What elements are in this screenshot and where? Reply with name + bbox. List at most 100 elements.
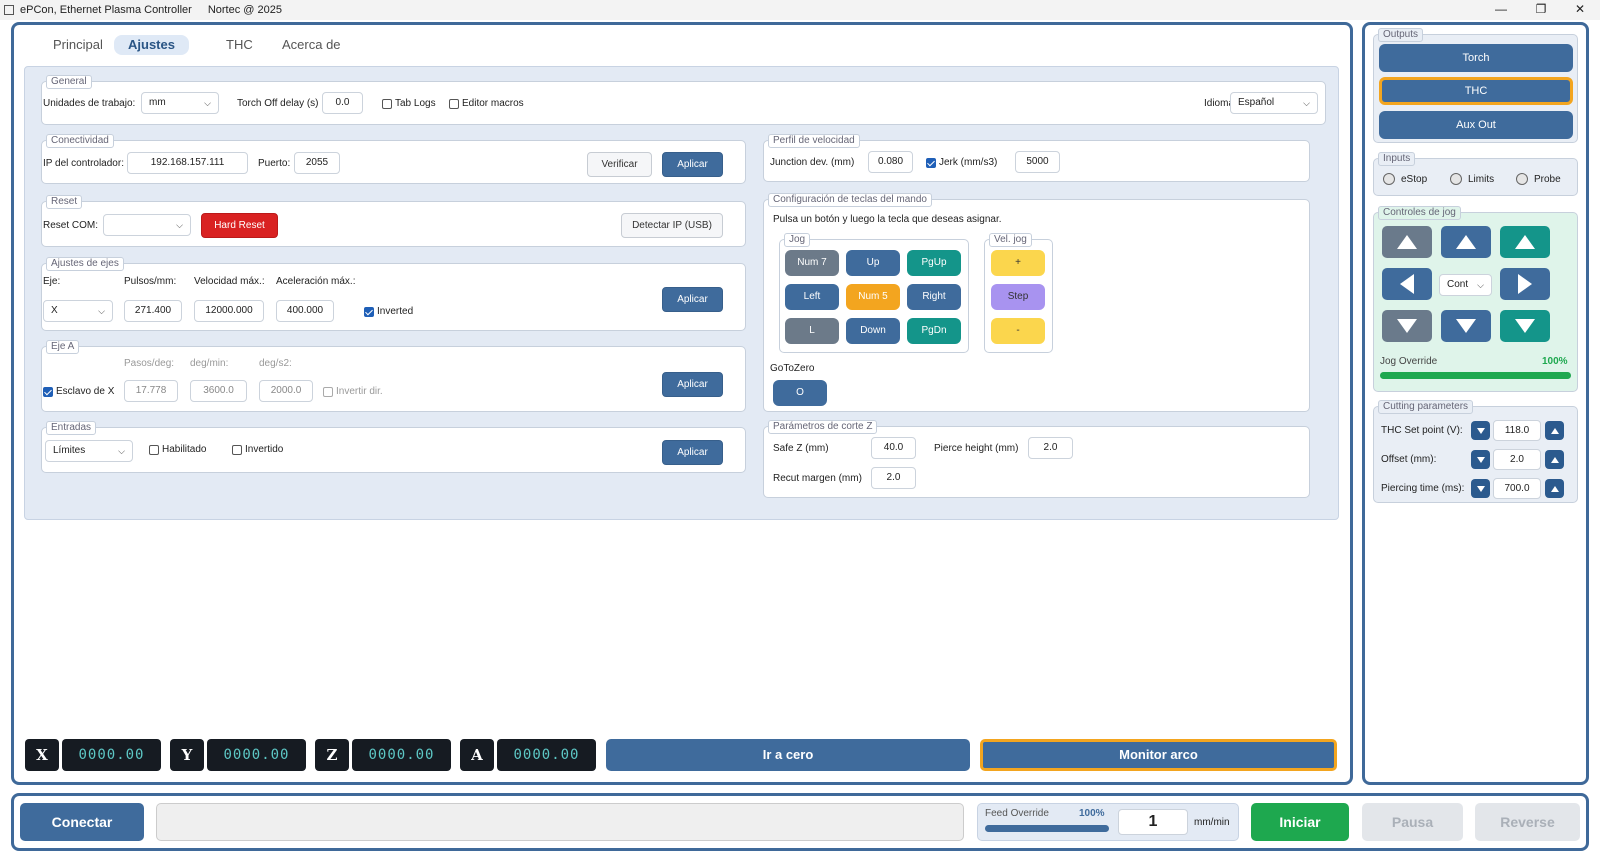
pierce-height-input[interactable]: 2.0 xyxy=(1028,437,1073,459)
tab-ajustes[interactable]: Ajustes xyxy=(114,35,189,55)
key-up[interactable]: Up xyxy=(846,250,900,276)
jog-a-down-button[interactable] xyxy=(1382,310,1432,342)
tab-principal[interactable]: Principal xyxy=(39,35,117,55)
entradas-select[interactable]: Límites ⌵ xyxy=(45,440,133,462)
close-button[interactable]: ✕ xyxy=(1560,0,1600,20)
slave-checkbox[interactable]: Esclavo de X xyxy=(43,386,114,397)
degmin-input[interactable]: 3600.0 xyxy=(190,380,247,402)
group-ajustes-ejes: Ajustes de ejes Eje: Pulsos/mm: Velocida… xyxy=(41,257,746,331)
apply-entradas-button[interactable]: Aplicar xyxy=(662,440,723,465)
ir-a-cero-button[interactable]: Ir a cero xyxy=(606,739,970,771)
tab-thc[interactable]: THC xyxy=(212,35,267,55)
key-left[interactable]: Left xyxy=(785,284,839,310)
jog-mode-select[interactable]: Cont ⌵ xyxy=(1439,274,1492,296)
junction-input[interactable]: 0.080 xyxy=(868,151,913,173)
key-plus[interactable]: + xyxy=(991,250,1045,276)
verify-button[interactable]: Verificar xyxy=(587,152,652,177)
connect-button[interactable]: Conectar xyxy=(20,803,144,841)
key-right[interactable]: Right xyxy=(907,284,961,310)
piercing-time-decrement[interactable] xyxy=(1471,479,1490,498)
editor-macros-checkbox[interactable]: Editor macros xyxy=(449,98,524,109)
velocidad-input[interactable]: 12000.000 xyxy=(194,300,264,322)
torch-output-button[interactable]: Torch xyxy=(1379,44,1573,72)
jerk-input[interactable]: 5000 xyxy=(1015,151,1060,173)
minimize-button[interactable]: — xyxy=(1481,0,1521,20)
offset-decrement[interactable] xyxy=(1471,450,1490,469)
apply-axes-button[interactable]: Aplicar xyxy=(662,287,723,312)
jerk-checkbox[interactable]: Jerk (mm/s3) xyxy=(926,157,997,168)
start-button[interactable]: Iniciar xyxy=(1251,803,1349,841)
key-minus[interactable]: - xyxy=(991,318,1045,344)
offset-input[interactable]: 2.0 xyxy=(1493,449,1541,470)
monitor-arco-button[interactable]: Monitor arco xyxy=(980,739,1337,771)
arrow-up-icon xyxy=(1550,485,1559,492)
hard-reset-button[interactable]: Hard Reset xyxy=(201,213,278,238)
jog-override-slider[interactable] xyxy=(1380,372,1571,379)
jog-z-up-button[interactable] xyxy=(1500,226,1550,258)
arrow-down-icon xyxy=(1476,427,1485,434)
tab-acerca-de[interactable]: Acerca de xyxy=(268,35,355,55)
arrow-down-icon xyxy=(1456,319,1476,333)
puerto-input[interactable]: 2055 xyxy=(294,152,340,174)
probe-indicator: Probe xyxy=(1516,173,1561,185)
jog-a-up-button[interactable] xyxy=(1382,226,1432,258)
piercing-time-increment[interactable] xyxy=(1545,479,1564,498)
group-title: Controles de jog xyxy=(1378,206,1461,220)
key-down[interactable]: Down xyxy=(846,318,900,344)
jog-x-right-button[interactable] xyxy=(1500,268,1550,300)
feed-override-slider[interactable] xyxy=(985,825,1109,832)
jog-x-left-button[interactable] xyxy=(1382,268,1432,300)
degs2-input[interactable]: 2000.0 xyxy=(259,380,313,402)
tab-logs-checkbox[interactable]: Tab Logs xyxy=(382,98,436,109)
torch-off-input[interactable]: 0.0 xyxy=(322,92,363,114)
group-title: Vel. jog xyxy=(989,233,1032,247)
aux-out-button[interactable]: Aux Out xyxy=(1379,111,1573,139)
group-conectividad: Conectividad IP del controlador: 192.168… xyxy=(41,134,746,184)
maximize-button[interactable]: ❐ xyxy=(1521,0,1561,20)
thc-output-button[interactable]: THC xyxy=(1379,77,1573,105)
eje-select[interactable]: X ⌵ xyxy=(43,300,113,322)
invertido-checkbox[interactable]: Invertido xyxy=(232,444,283,455)
pasos-input[interactable]: 17.778 xyxy=(124,380,178,402)
key-l[interactable]: L xyxy=(785,318,839,344)
idioma-select[interactable]: Español ⌵ xyxy=(1230,92,1318,114)
habilitado-checkbox[interactable]: Habilitado xyxy=(149,444,206,455)
led-icon xyxy=(1516,173,1528,185)
piercing-time-input[interactable]: 700.0 xyxy=(1493,478,1541,499)
inverted-label: Inverted xyxy=(377,306,414,317)
key-pgup[interactable]: PgUp xyxy=(907,250,961,276)
aceleracion-input[interactable]: 400.000 xyxy=(276,300,334,322)
key-step[interactable]: Step xyxy=(991,284,1045,310)
group-corte-z: Parámetros de corte Z Safe Z (mm) 40.0 P… xyxy=(763,420,1310,498)
apply-eje-a-button[interactable]: Aplicar xyxy=(662,372,723,397)
key-gotozero[interactable]: O xyxy=(773,380,827,406)
apply-conectividad-button[interactable]: Aplicar xyxy=(662,152,723,177)
feed-rate-input[interactable]: 1 xyxy=(1118,809,1188,835)
key-num7[interactable]: Num 7 xyxy=(785,250,839,276)
inverted-checkbox[interactable]: Inverted xyxy=(364,306,413,317)
offset-increment[interactable] xyxy=(1545,450,1564,469)
reverse-button[interactable]: Reverse xyxy=(1475,803,1580,841)
feed-override-box: Feed Override 100% 1 mm/min xyxy=(977,803,1239,841)
pulsos-input[interactable]: 271.400 xyxy=(124,300,182,322)
recut-input[interactable]: 2.0 xyxy=(871,467,916,489)
key-pgdn[interactable]: PgDn xyxy=(907,318,961,344)
jog-y-down-button[interactable] xyxy=(1441,310,1491,342)
reset-com-label: Reset COM: xyxy=(43,220,99,231)
degmin-label: deg/min: xyxy=(190,358,229,369)
detect-ip-button[interactable]: Detectar IP (USB) xyxy=(621,213,723,238)
thc-setpoint-increment[interactable] xyxy=(1545,421,1564,440)
jog-z-down-button[interactable] xyxy=(1500,310,1550,342)
ip-input[interactable]: 192.168.157.111 xyxy=(127,152,248,174)
key-num5[interactable]: Num 5 xyxy=(846,284,900,310)
probe-label: Probe xyxy=(1534,173,1561,185)
invert-dir-checkbox[interactable]: Invertir dir. xyxy=(323,386,383,397)
units-select[interactable]: mm ⌵ xyxy=(141,92,219,114)
thc-setpoint-decrement[interactable] xyxy=(1471,421,1490,440)
safe-z-input[interactable]: 40.0 xyxy=(871,437,916,459)
thc-setpoint-input[interactable]: 118.0 xyxy=(1493,420,1541,441)
pause-button[interactable]: Pausa xyxy=(1362,803,1463,841)
reset-com-select[interactable]: ⌵ xyxy=(103,214,191,236)
checkbox-checked-icon xyxy=(926,157,936,168)
jog-y-up-button[interactable] xyxy=(1441,226,1491,258)
